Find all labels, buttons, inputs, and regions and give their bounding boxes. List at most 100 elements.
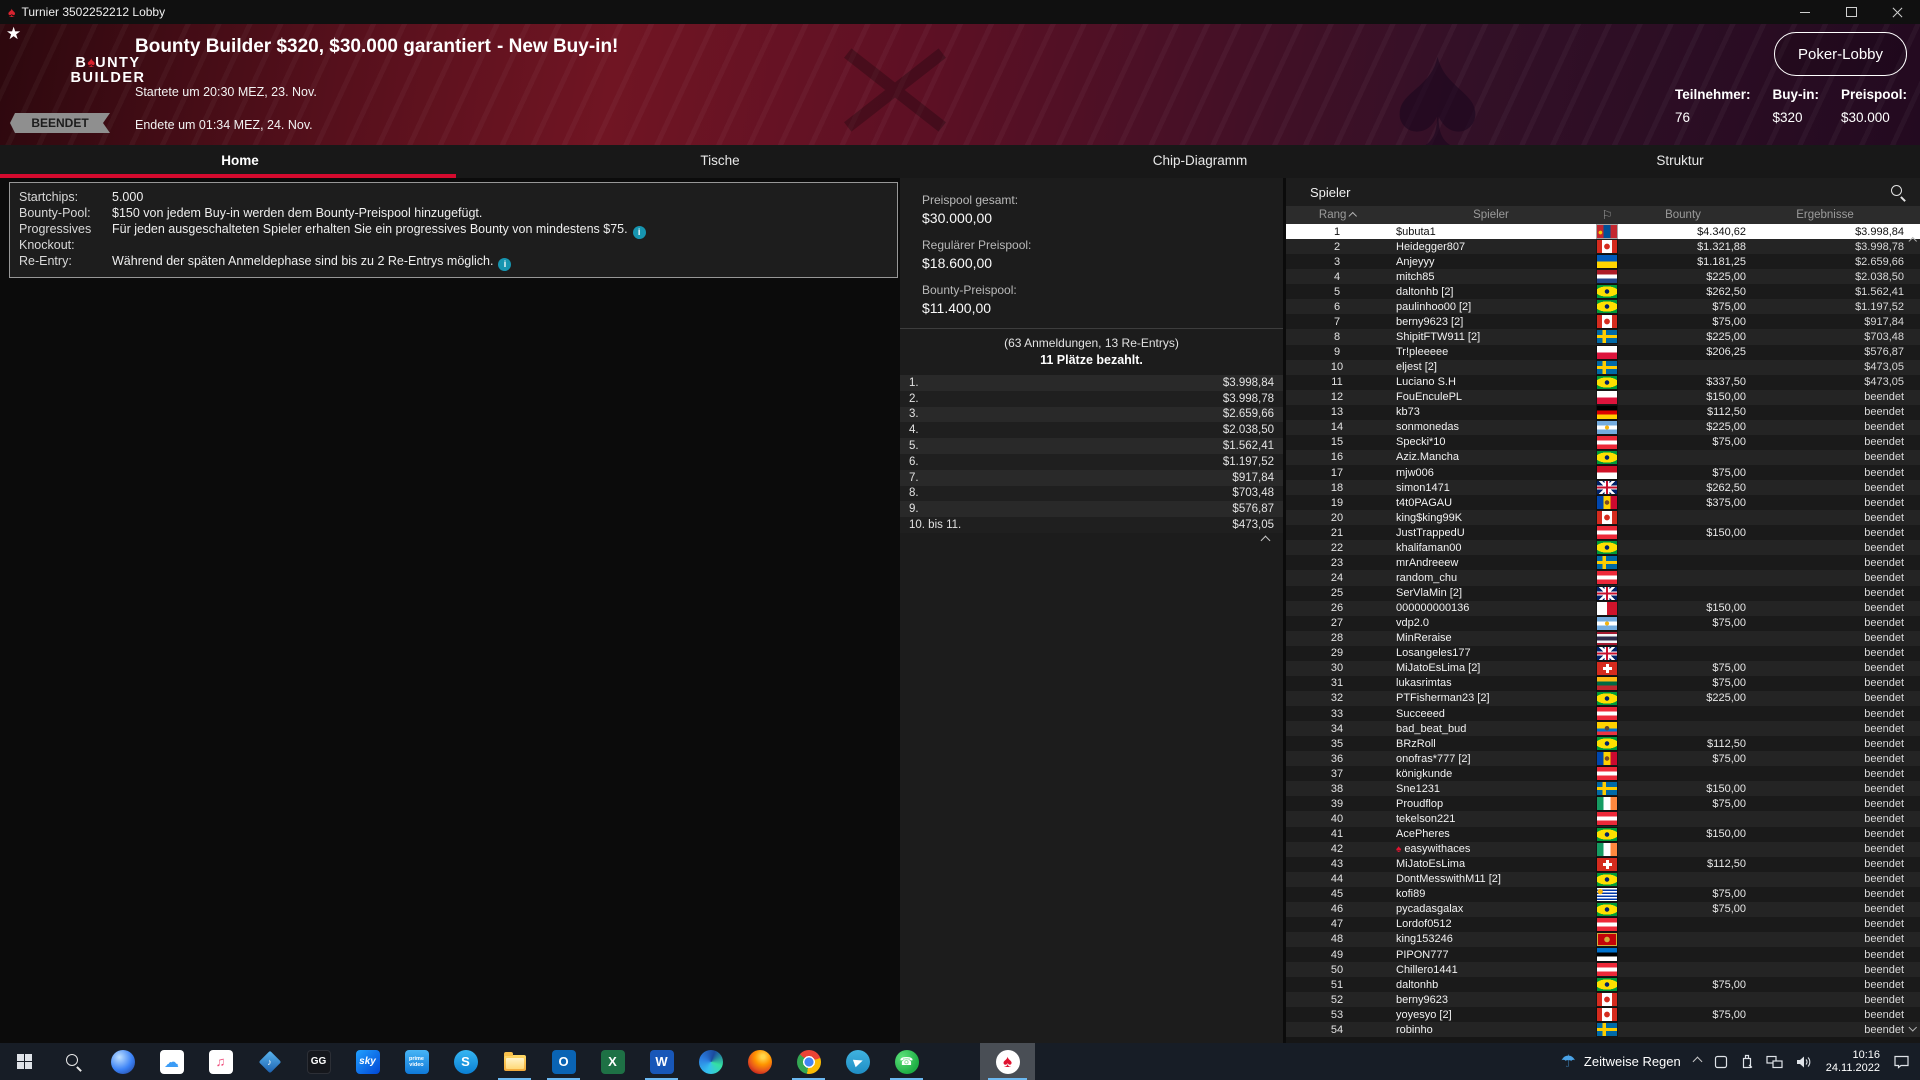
flag-column-icon[interactable]: ⚐ (1594, 208, 1620, 222)
player-row[interactable]: 24 random_chu beendet (1286, 570, 1920, 586)
player-row[interactable]: 16 Aziz.Mancha beendet (1286, 449, 1920, 465)
movies-icon[interactable]: ♪ (245, 1043, 294, 1080)
player-row[interactable]: 17 mjw006 $75,00 beendet (1286, 465, 1920, 481)
player-row[interactable]: 35 BRzRoll $112,50 beendet (1286, 736, 1920, 752)
player-row[interactable]: 7 berny9623 [2] $75,00 $917,84 (1286, 314, 1920, 330)
player-row[interactable]: 47 Lordof0512 beendet (1286, 916, 1920, 932)
player-row[interactable]: 52 berny9623 beendet (1286, 992, 1920, 1008)
sky-icon[interactable]: sky (343, 1043, 392, 1080)
weather-widget[interactable]: ☂ Zeitweise Regen (1561, 1052, 1681, 1072)
photos-icon[interactable] (98, 1043, 147, 1080)
scroll-down-arrow[interactable] (1908, 1017, 1917, 1035)
player-row[interactable]: 51 daltonhb $75,00 beendet (1286, 977, 1920, 993)
word-icon[interactable]: W (637, 1043, 686, 1080)
column-results[interactable]: Ergebnisse (1746, 209, 1904, 221)
notification-center-icon[interactable] (1893, 1054, 1910, 1069)
player-row[interactable]: 30 MiJatoEsLima [2] $75,00 beendet (1286, 660, 1920, 676)
player-row[interactable]: 54 robinho beendet (1286, 1022, 1920, 1038)
player-row[interactable]: 38 Sne1231 $150,00 beendet (1286, 781, 1920, 797)
skype-icon[interactable]: S (441, 1043, 490, 1080)
gg-icon[interactable]: GG (294, 1043, 343, 1080)
player-row[interactable]: 28 MinReraise beendet (1286, 630, 1920, 646)
search-icon[interactable] (49, 1043, 98, 1080)
player-row[interactable]: 11 Luciano S.H $337,50 $473,05 (1286, 374, 1920, 390)
player-row[interactable]: 13 kb73 $112,50 beendet (1286, 404, 1920, 420)
tab-chip-diagramm[interactable]: Chip-Diagramm (960, 145, 1440, 178)
speaker-icon[interactable] (1796, 1055, 1813, 1069)
player-row[interactable]: 2 Heidegger807 $1.321,88 $3.998,78 (1286, 239, 1920, 255)
firefox-icon[interactable] (735, 1043, 784, 1080)
tab-home[interactable]: Home (0, 145, 480, 178)
player-row[interactable]: 27 vdp2.0 $75,00 beendet (1286, 615, 1920, 631)
tablet-mode-icon[interactable] (1714, 1055, 1728, 1069)
player-row[interactable]: 43 MiJatoEsLima $112,50 beendet (1286, 856, 1920, 872)
info-icon[interactable]: i (632, 225, 646, 239)
player-row[interactable]: 26 000000000136 $150,00 beendet (1286, 600, 1920, 616)
player-row[interactable]: 12 FouEnculePL $150,00 beendet (1286, 389, 1920, 405)
minimize-button[interactable] (1782, 0, 1828, 24)
player-row[interactable]: 22 khalifaman00 beendet (1286, 540, 1920, 556)
player-row[interactable]: 8 ShipitFTW911 [2] $225,00 $703,48 (1286, 329, 1920, 345)
search-icon[interactable] (1890, 184, 1906, 200)
player-row[interactable]: 15 Specki*10 $75,00 beendet (1286, 434, 1920, 450)
player-row[interactable]: 19 t4t0PAGAU $375,00 beendet (1286, 495, 1920, 511)
clock-widget[interactable]: 10:16 24.11.2022 (1826, 1049, 1880, 1074)
start-icon[interactable] (0, 1043, 49, 1080)
player-row[interactable]: 37 königkunde beendet (1286, 766, 1920, 782)
player-row[interactable]: 48 king153246 beendet (1286, 931, 1920, 947)
outlook-icon[interactable]: O (539, 1043, 588, 1080)
column-rank[interactable]: Rang (1286, 209, 1388, 221)
excel-icon[interactable]: X (588, 1043, 637, 1080)
close-button[interactable] (1874, 0, 1920, 24)
player-row[interactable]: 29 Losangeles177 beendet (1286, 645, 1920, 661)
player-row[interactable]: 21 JustTrappedU $150,00 beendet (1286, 525, 1920, 541)
player-row[interactable]: 23 mrAndreeew beendet (1286, 555, 1920, 571)
player-row[interactable]: 20 king$king99K beendet (1286, 510, 1920, 526)
player-row[interactable]: 36 onofras*777 [2] $75,00 beendet (1286, 751, 1920, 767)
itunes-icon[interactable]: ♫ (196, 1043, 245, 1080)
telegram-icon[interactable] (833, 1043, 882, 1080)
player-row[interactable]: 41 AcePheres $150,00 beendet (1286, 826, 1920, 842)
player-row[interactable]: 53 yoyesyo [2] $75,00 beendet (1286, 1007, 1920, 1023)
whatsapp-icon[interactable]: ☎ (882, 1043, 931, 1080)
column-bounty[interactable]: Bounty (1620, 209, 1746, 221)
player-row[interactable]: 40 tekelson221 beendet (1286, 811, 1920, 827)
payout-collapse[interactable] (900, 533, 1283, 546)
player-row[interactable]: 39 Proudflop $75,00 beendet (1286, 796, 1920, 812)
player-row[interactable]: 18 simon1471 $262,50 beendet (1286, 480, 1920, 496)
poker-lobby-button[interactable]: Poker-Lobby (1774, 32, 1907, 76)
player-row[interactable]: 31 lukasrimtas $75,00 beendet (1286, 675, 1920, 691)
usb-device-icon[interactable] (1741, 1054, 1753, 1069)
edge-icon[interactable] (686, 1043, 735, 1080)
maximize-button[interactable] (1828, 0, 1874, 24)
player-row[interactable]: 25 SerVlaMin [2] beendet (1286, 585, 1920, 601)
explorer-icon[interactable] (490, 1043, 539, 1080)
icloud-icon[interactable]: ☁ (147, 1043, 196, 1080)
player-row[interactable]: 44 DontMesswithM11 [2] beendet (1286, 871, 1920, 887)
player-row[interactable]: 49 PIPON777 beendet (1286, 947, 1920, 963)
network-icon[interactable] (1766, 1055, 1783, 1069)
player-row[interactable]: 42 ♠ easywithaces beendet (1286, 841, 1920, 857)
pokerstars-icon[interactable]: ♠ (980, 1043, 1035, 1080)
player-row[interactable]: 1 $ubuta1 $4.340,62 $3.998,84 (1286, 224, 1920, 240)
prime-icon[interactable]: prime video (392, 1043, 441, 1080)
player-row[interactable]: 3 Anjeyyy $1.181,25 $2.659,66 (1286, 254, 1920, 270)
info-icon[interactable]: i (498, 257, 512, 271)
player-row[interactable]: 33 Succeeed beendet (1286, 706, 1920, 722)
scroll-up-arrow[interactable] (1908, 230, 1917, 248)
tab-tische[interactable]: Tische (480, 145, 960, 178)
player-row[interactable]: 32 PTFisherman23 [2] $225,00 beendet (1286, 690, 1920, 706)
player-row[interactable]: 46 pycadasgalax $75,00 beendet (1286, 901, 1920, 917)
player-row[interactable]: 6 paulinhoo00 [2] $75,00 $1.197,52 (1286, 299, 1920, 315)
player-row[interactable]: 14 sonmonedas $225,00 beendet (1286, 419, 1920, 435)
tab-struktur[interactable]: Struktur (1440, 145, 1920, 178)
player-row[interactable]: 5 daltonhb [2] $262,50 $1.562,41 (1286, 284, 1920, 300)
column-player[interactable]: Spieler (1388, 209, 1594, 221)
tray-chevron-up-icon[interactable] (1692, 1056, 1703, 1067)
player-row[interactable]: 9 Tr!pleeeee $206,25 $576,87 (1286, 344, 1920, 360)
chrome-icon[interactable] (784, 1043, 833, 1080)
player-row[interactable]: 45 kofi89 $75,00 beendet (1286, 886, 1920, 902)
player-row[interactable]: 50 Chillero1441 beendet (1286, 962, 1920, 978)
player-row[interactable]: 10 eljest [2] $473,05 (1286, 359, 1920, 375)
player-row[interactable]: 4 mitch85 $225,00 $2.038,50 (1286, 269, 1920, 285)
